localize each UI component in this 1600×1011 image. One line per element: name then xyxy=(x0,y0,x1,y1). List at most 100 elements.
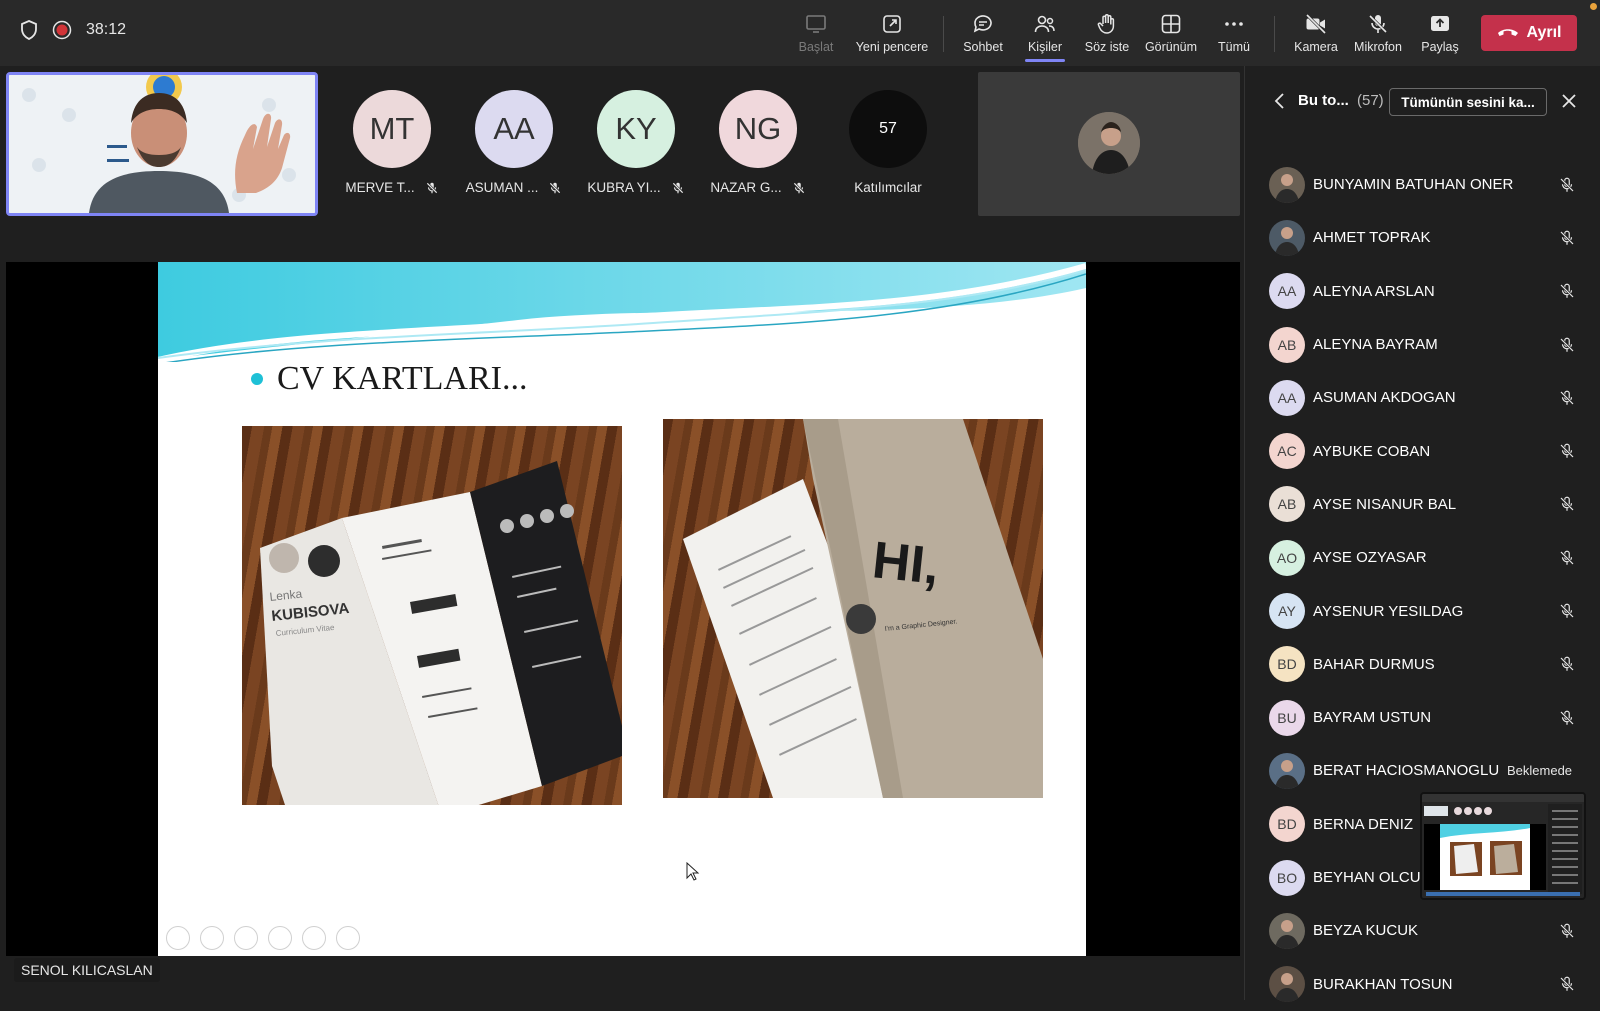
mute-all-button[interactable]: Tümünün sesini ka... xyxy=(1389,88,1547,116)
share-label: Paylaş xyxy=(1421,40,1459,54)
cv-photo-left: Lenka KUBISOVA Curriculum Vitae xyxy=(242,426,622,805)
people-list-item[interactable]: AC AYBUKE COBAN xyxy=(1245,424,1600,477)
avatar: BO xyxy=(1269,859,1305,896)
raise-hand-label: Söz iste xyxy=(1084,40,1130,54)
chevron-left-icon[interactable] xyxy=(1273,92,1287,110)
more-participants-tile[interactable]: 57 Katılımcılar xyxy=(833,90,943,195)
avatar: AA xyxy=(475,90,553,168)
mic-off-icon[interactable] xyxy=(1558,176,1576,194)
start-label: Başlat xyxy=(798,40,834,54)
people-list-item[interactable]: BD BAHAR DURMUS xyxy=(1245,638,1600,691)
participant-name: AHMET TOPRAK xyxy=(1313,229,1431,247)
mouse-cursor-icon xyxy=(686,862,700,881)
presenter-video xyxy=(9,75,315,213)
mic-off-icon[interactable] xyxy=(1558,336,1576,354)
bullet-icon xyxy=(251,373,263,385)
close-icon[interactable] xyxy=(1560,92,1578,110)
trifold-cv-image: Lenka KUBISOVA Curriculum Vitae xyxy=(260,461,622,805)
mic-off-icon[interactable] xyxy=(1558,709,1576,727)
next-slide-button[interactable] xyxy=(200,926,224,950)
mic-off-icon[interactable] xyxy=(1558,655,1576,673)
people-icon xyxy=(1034,15,1055,33)
zoom-button[interactable] xyxy=(302,926,326,950)
avatar: MT xyxy=(353,90,431,168)
meeting-timer: 38:12 xyxy=(86,21,127,38)
slide-more-button[interactable] xyxy=(336,926,360,950)
pen-tool-button[interactable] xyxy=(234,926,258,950)
avatar: KY xyxy=(597,90,675,168)
people-panel-header: Bu to... (57) Tümünün sesini ka... xyxy=(1245,84,1600,120)
new-window-label: Yeni pencere xyxy=(855,40,929,54)
avatar: BD xyxy=(1269,646,1305,683)
people-list-item[interactable]: BERAT HACIOSMANOGLU Beklemede xyxy=(1245,744,1600,797)
participant-name: KUBRA YI... xyxy=(587,180,661,195)
mic-off-icon[interactable] xyxy=(1558,442,1576,460)
participant-tile[interactable]: AA ASUMAN ... xyxy=(459,90,569,195)
cv-photo-right: HI, I'm a Graphic Designer. xyxy=(663,419,1043,798)
mic-off-icon[interactable] xyxy=(1558,975,1576,993)
panel-title: Bu to... xyxy=(1298,92,1349,109)
participant-name: AYSE NISANUR BAL xyxy=(1313,495,1457,513)
participants-label: Katılımcılar xyxy=(854,180,922,195)
screen-share-preview[interactable] xyxy=(1420,792,1586,900)
more-actions-button[interactable]: Tümü xyxy=(1194,12,1274,54)
camera-label: Kamera xyxy=(1294,40,1338,54)
participant-tile[interactable]: NG NAZAR G... xyxy=(703,90,813,195)
participant-status: Beklemede xyxy=(1507,763,1573,779)
leave-button[interactable]: Ayrıl xyxy=(1481,15,1577,51)
previous-slide-button[interactable] xyxy=(166,926,190,950)
presenter-video-tile[interactable] xyxy=(6,72,318,216)
avatar: AY xyxy=(1269,593,1305,630)
mic-off-icon[interactable] xyxy=(1558,229,1576,247)
participant-name: AYBUKE COBAN xyxy=(1313,442,1431,460)
leave-label: Ayrıl xyxy=(1526,24,1562,41)
participant-name: AYSENUR YESILDAG xyxy=(1313,602,1464,620)
participant-name: BURAKHAN TOSUN xyxy=(1313,975,1453,993)
participant-name: BERAT HACIOSMANOGLU xyxy=(1313,762,1500,780)
avatar: AA xyxy=(1269,273,1305,310)
people-list-item[interactable]: BEYZA KUCUK xyxy=(1245,904,1600,957)
avatar xyxy=(1269,912,1305,949)
slides-grid-button[interactable] xyxy=(268,926,292,950)
participant-name: BUNYAMIN BATUHAN ONER xyxy=(1313,176,1514,194)
remote-video-tile[interactable] xyxy=(978,72,1240,216)
mic-label: Mikrofon xyxy=(1354,40,1402,54)
avatar: BD xyxy=(1269,806,1305,843)
people-list-item[interactable]: AA ASUMAN AKDOGAN xyxy=(1245,371,1600,424)
participant-name: AYSE OZYASAR xyxy=(1313,549,1427,567)
share-button[interactable]: Paylaş xyxy=(1400,12,1480,54)
people-list-item[interactable]: BU BAYRAM USTUN xyxy=(1245,691,1600,744)
avatar: BU xyxy=(1269,699,1305,736)
mic-off-icon[interactable] xyxy=(1558,389,1576,407)
people-list-item[interactable]: AO AYSE OZYASAR xyxy=(1245,531,1600,584)
participant-name: ALEYNA BAYRAM xyxy=(1313,336,1438,354)
notification-dot xyxy=(1590,3,1597,10)
mic-off-icon[interactable] xyxy=(1558,495,1576,513)
people-list-item[interactable]: AHMET TOPRAK xyxy=(1245,211,1600,264)
presenter-name-tag: SENOL KILICASLAN xyxy=(14,958,160,982)
people-list-item[interactable]: AY AYSENUR YESILDAG xyxy=(1245,584,1600,637)
people-list-item[interactable]: AB AYSE NISANUR BAL xyxy=(1245,478,1600,531)
start-button[interactable]: Başlat xyxy=(776,12,856,54)
participant-tile[interactable]: KY KUBRA YI... xyxy=(581,90,691,195)
people-list-item[interactable]: BURAKHAN TOSUN xyxy=(1245,957,1600,1010)
mic-off-icon xyxy=(1368,14,1388,34)
mic-off-icon[interactable] xyxy=(1558,922,1576,940)
avatar: AA xyxy=(1269,379,1305,416)
mic-off-icon[interactable] xyxy=(1558,602,1576,620)
slide-wave-header xyxy=(158,262,1086,362)
mic-off-icon xyxy=(549,182,561,193)
people-list-item[interactable]: BUNYAMIN BATUHAN ONER xyxy=(1245,158,1600,211)
meeting-stage: MT MERVE T... AA ASUMAN ... KY KUBRA YI.… xyxy=(0,66,1244,1000)
new-window-button[interactable]: Yeni pencere xyxy=(850,12,934,54)
participant-tile[interactable]: MT MERVE T... xyxy=(337,90,447,195)
avatar xyxy=(1269,166,1305,203)
people-label: Kişiler xyxy=(1027,40,1063,54)
participant-name: BEYHAN OLCU xyxy=(1313,869,1421,886)
brochure-hi-text: HI, xyxy=(870,531,942,596)
people-list-item[interactable]: AB ALEYNA BAYRAM xyxy=(1245,318,1600,371)
avatar: AO xyxy=(1269,539,1305,576)
mic-off-icon[interactable] xyxy=(1558,549,1576,567)
people-list-item[interactable]: AA ALEYNA ARSLAN xyxy=(1245,265,1600,318)
mic-off-icon[interactable] xyxy=(1558,282,1576,300)
